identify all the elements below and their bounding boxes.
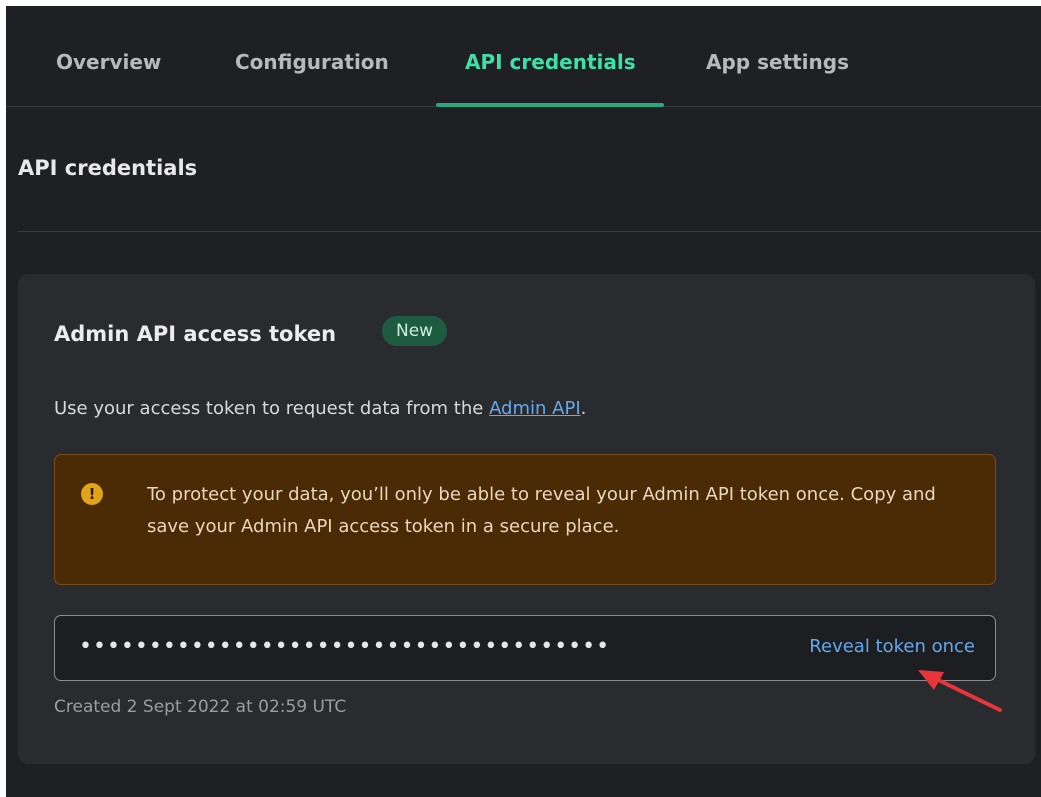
reveal-token-button[interactable]: Reveal token once: [809, 636, 975, 657]
active-tab-indicator: [436, 103, 664, 107]
annotation-arrow-icon: [918, 670, 1002, 712]
token-field[interactable]: •••••••••••••••••••••••••••••••••••••• R…: [54, 615, 996, 681]
tab-app-settings[interactable]: App settings: [706, 6, 849, 107]
admin-api-link[interactable]: Admin API: [489, 398, 581, 419]
description-suffix: .: [580, 398, 587, 419]
tab-bar: Overview Configuration API credentials A…: [6, 6, 1041, 107]
new-badge: New: [382, 316, 448, 346]
masked-token: ••••••••••••••••••••••••••••••••••••••: [79, 634, 611, 659]
page-title: API credentials: [18, 156, 198, 180]
exclamation-icon: !: [81, 483, 103, 505]
card-title: Admin API access token: [54, 322, 337, 346]
tab-api-credentials[interactable]: API credentials: [465, 6, 636, 107]
admin-token-card: Admin API access token New Use your acce…: [18, 274, 1035, 764]
tab-configuration[interactable]: Configuration: [235, 6, 389, 107]
card-description: Use your access token to request data fr…: [54, 398, 586, 419]
description-text: Use your access token to request data fr…: [54, 398, 490, 419]
warning-text: To protect your data, you’ll only be abl…: [147, 484, 936, 537]
section-divider: [18, 231, 1041, 232]
app-frame: Overview Configuration API credentials A…: [6, 6, 1041, 797]
warning-banner: ! To protect your data, you’ll only be a…: [54, 454, 996, 585]
created-timestamp: Created 2 Sept 2022 at 02:59 UTC: [54, 697, 347, 717]
tab-overview[interactable]: Overview: [56, 6, 161, 107]
